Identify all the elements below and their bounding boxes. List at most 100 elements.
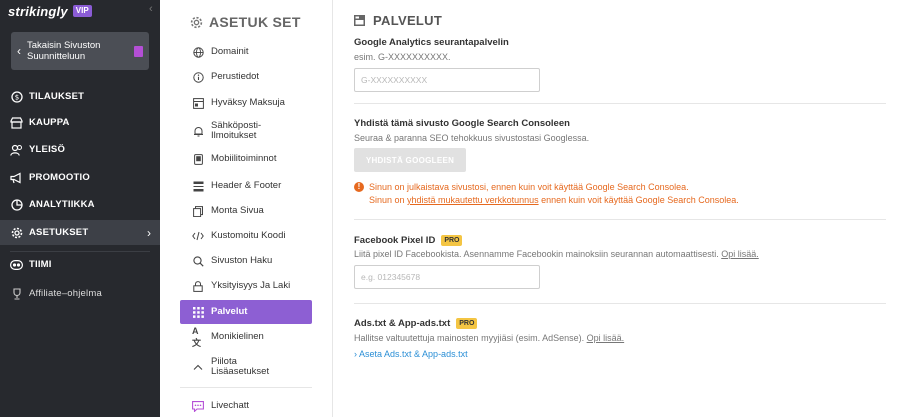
settings-item-kustomoitu-koodi[interactable]: Kustomoitu Koodi: [180, 224, 312, 248]
settings-title-text: ASETUK SET: [209, 14, 301, 30]
settings-item-perustiedot[interactable]: Perustiedot: [180, 65, 312, 89]
nav-label: ANALYTIIKKA: [29, 199, 95, 210]
settings-item-domainit[interactable]: Domainit: [180, 40, 312, 64]
settings-item-monta-sivua[interactable]: Monta Sivua: [180, 199, 312, 223]
site-icon: [134, 45, 143, 57]
warning-icon: !: [354, 182, 364, 192]
settings-item-piilota[interactable]: Piilota Lisäasetukset: [180, 352, 312, 382]
trophy-icon: [10, 287, 23, 300]
gsc-hint: Seuraa & paranna SEO tehokkuus sivustost…: [354, 133, 590, 143]
vip-badge: VIP: [72, 5, 92, 17]
gsc-warning-domain: Sinun on yhdistä mukautettu verkkotunnus…: [369, 195, 739, 205]
team-icon: [10, 258, 23, 271]
settings-item-label: Palvelut: [211, 306, 248, 317]
connect-google-button[interactable]: YHDISTÄ GOOGLEEN: [354, 148, 466, 172]
collapse-sidebar-icon[interactable]: ‹: [149, 3, 153, 15]
nav-label: KAUPPA: [29, 117, 70, 128]
set-ads-txt-link[interactable]: › Aseta Ads.txt & App-ads.txt: [354, 349, 468, 359]
settings-item-sivuston-haku[interactable]: Sivuston Haku: [180, 249, 312, 273]
chevron-right-icon: ›: [147, 225, 151, 240]
store-icon: [10, 116, 23, 129]
fb-hint-text: Liitä pixel ID Facebookista. Asennamme F…: [354, 249, 719, 259]
settings-item-label: Monta Sivua: [211, 205, 264, 216]
grid-icon: [354, 15, 365, 26]
settings-item-label: Piilota Lisäasetukset: [211, 356, 270, 377]
chevron-up-icon: [192, 361, 204, 373]
ads-label: Ads.txt & App-ads.txt PRO: [354, 318, 478, 329]
fb-label: Facebook Pixel ID PRO: [354, 235, 463, 246]
nav-item-analytiikka[interactable]: ANALYTIIKKA: [0, 192, 160, 217]
nav-item-affiliate[interactable]: Affiliate–ohjelma: [0, 281, 160, 306]
chart-icon: [10, 198, 23, 211]
settings-item-label: Domainit: [211, 46, 249, 57]
pro-badge: PRO: [441, 235, 463, 246]
settings-item-label: Yksityisyys Ja Laki: [211, 280, 291, 291]
chevron-left-icon: ‹: [17, 44, 21, 58]
search-icon: [192, 255, 204, 267]
svg-text:$: $: [14, 93, 18, 101]
connect-domain-link[interactable]: yhdistä mukautettu verkkotunnus: [407, 195, 539, 205]
payment-icon: [192, 97, 204, 109]
set-ads-txt-label: Aseta Ads.txt & App-ads.txt: [359, 349, 468, 359]
nav-label: ASETUKSET: [29, 227, 89, 238]
nav-item-yleiso[interactable]: YLEISÖ: [0, 137, 160, 162]
settings-item-monikielinen[interactable]: A文 Monikielinen: [180, 325, 312, 349]
ads-label-text: Ads.txt & App-ads.txt: [354, 318, 451, 329]
bell-icon: [192, 125, 204, 137]
settings-item-mobiili[interactable]: Mobiilitoiminnot: [180, 147, 312, 171]
nav-item-kauppa[interactable]: KAUPPA: [0, 110, 160, 135]
mobile-icon: [192, 153, 204, 165]
fb-learn-more-link[interactable]: Opi lisää.: [721, 249, 759, 259]
settings-item-label: Sähköposti-Ilmoitukset: [211, 120, 262, 141]
settings-item-label: Kustomoitu Koodi: [211, 230, 286, 241]
divider: [354, 219, 886, 220]
fb-hint: Liitä pixel ID Facebookista. Asennamme F…: [354, 249, 759, 259]
settings-item-header-footer[interactable]: Header & Footer: [180, 174, 312, 198]
nav-label: TILAUKSET: [29, 91, 85, 102]
settings-item-label: Header & Footer: [211, 180, 282, 191]
globe-icon: [192, 46, 204, 58]
nav-item-tiimi[interactable]: TIIMI: [0, 252, 160, 277]
pages-icon: [192, 205, 204, 217]
lock-icon: [192, 280, 204, 292]
ads-hint: Hallitse valtuutettuja mainosten myyjiäs…: [354, 333, 624, 343]
translate-icon: A文: [192, 325, 202, 348]
nav-item-asetukset[interactable]: ASETUKSET ›: [0, 220, 160, 245]
info-icon: [192, 71, 204, 83]
ga-tracking-id-input[interactable]: [354, 68, 540, 92]
settings-menu: ASETUK SET Domainit Perustiedot Hyväksy …: [160, 0, 333, 417]
settings-item-label: Mobiilitoiminnot: [211, 153, 277, 164]
ads-learn-more-link[interactable]: Opi lisää.: [587, 333, 625, 343]
settings-item-label: Livechatt: [211, 400, 250, 411]
brand-logo[interactable]: strikingly VIP: [8, 2, 92, 20]
ads-hint-text: Hallitse valtuutettuja mainosten myyjiäs…: [354, 333, 585, 343]
settings-item-yksityisyys[interactable]: Yksityisyys Ja Laki: [180, 274, 312, 298]
warning-text: Sinun on: [369, 195, 408, 205]
ga-hint: esim. G-XXXXXXXXXX.: [354, 52, 451, 62]
fb-label-text: Facebook Pixel ID: [354, 235, 436, 246]
code-icon: [192, 230, 204, 242]
fb-pixel-id-input[interactable]: [354, 265, 540, 289]
settings-item-label: Monikielinen: [211, 331, 264, 342]
gsc-label: Yhdistä tämä sivusto Google Search Conso…: [354, 118, 570, 129]
grid-icon: [192, 306, 204, 318]
nav-label: Affiliate–ohjelma: [29, 288, 102, 299]
nav-item-tilaukset[interactable]: $ TILAUKSET: [0, 84, 160, 109]
page-title: PALVELUT: [354, 13, 442, 28]
settings-item-palvelut[interactable]: Palvelut: [180, 300, 312, 324]
back-to-editor-button[interactable]: ‹ Takaisin Sivuston Suunnitteluun: [11, 32, 149, 70]
ga-label: Google Analytics seurantapalvelin: [354, 37, 509, 48]
settings-item-sahkoposti[interactable]: Sähköposti-Ilmoitukset: [180, 116, 312, 146]
settings-item-hyvaksy-maksuja[interactable]: Hyväksy Maksuja: [180, 91, 312, 115]
settings-item-label: Hyväksy Maksuja: [211, 97, 285, 108]
page-title-text: PALVELUT: [373, 13, 443, 28]
chat-icon: [192, 400, 204, 412]
pro-badge: PRO: [456, 318, 478, 329]
settings-item-label: Sivuston Haku: [211, 255, 273, 266]
nav-label: YLEISÖ: [29, 144, 66, 155]
divider: [180, 387, 312, 388]
audience-icon: [10, 143, 23, 156]
divider: [354, 303, 886, 304]
settings-item-livechatt[interactable]: Livechatt: [180, 394, 312, 417]
nav-item-promootio[interactable]: PROMOOTIO: [0, 165, 160, 190]
